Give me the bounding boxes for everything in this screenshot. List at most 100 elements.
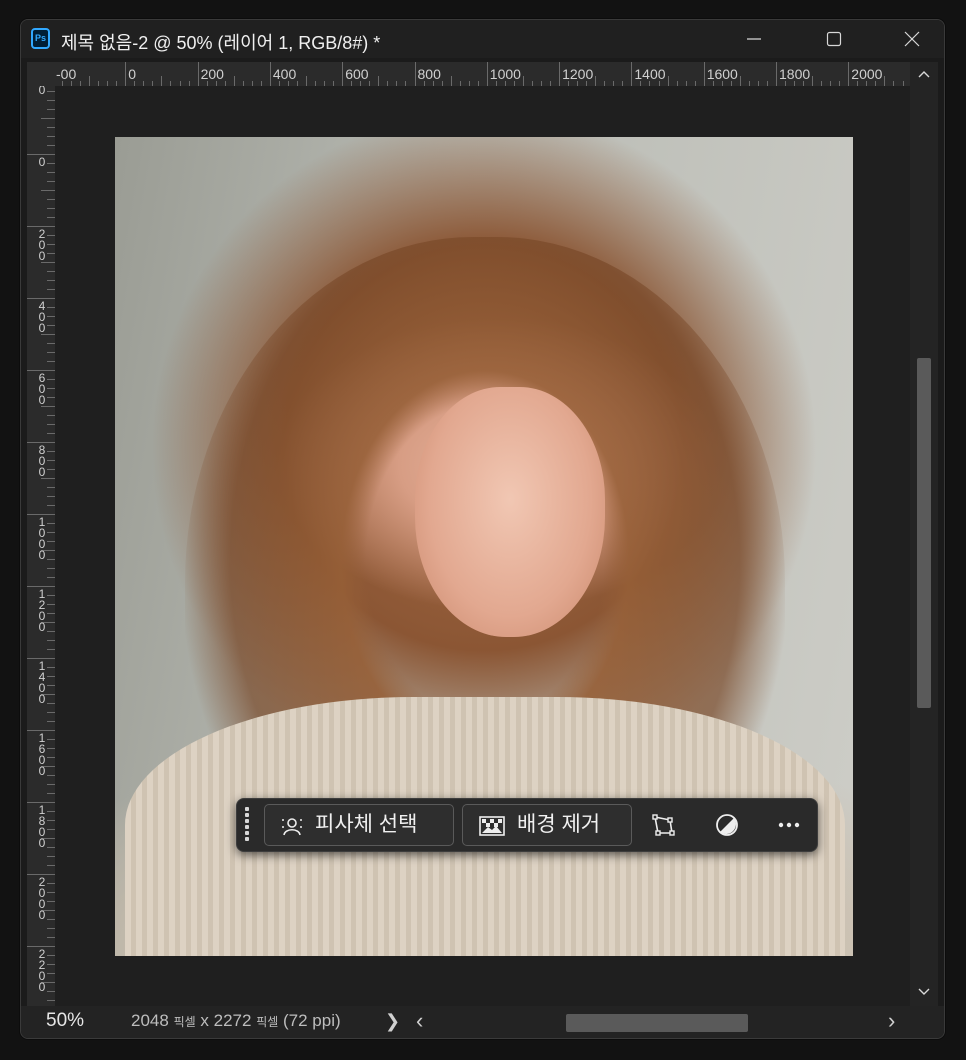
ruler-v-minor-tick <box>47 451 55 452</box>
ruler-h-major-tick <box>269 62 271 86</box>
grip-icon[interactable] <box>245 807 251 845</box>
ruler-v-minor-tick <box>47 847 55 848</box>
ruler-v-minor-tick <box>47 433 55 434</box>
ruler-h-minor-tick <box>161 76 163 86</box>
ruler-h-minor-tick <box>233 76 235 86</box>
ruler-v-minor-tick <box>47 955 55 956</box>
ruler-v-minor-tick <box>47 568 55 569</box>
maximize-button[interactable] <box>804 20 864 58</box>
ruler-h-minor-tick <box>522 76 524 86</box>
ruler-v-label: 2200 <box>38 947 46 994</box>
close-button[interactable] <box>882 20 942 58</box>
scroll-right-icon[interactable]: › <box>888 1008 895 1034</box>
ruler-v-minor-tick <box>47 577 55 578</box>
ruler-h-label: 1000 <box>489 66 521 82</box>
doc-x: x <box>200 1011 209 1030</box>
ruler-v-minor-tick <box>47 289 55 290</box>
doc-height-unit: 픽셀 <box>256 1015 279 1029</box>
doc-width: 2048 <box>131 1011 169 1030</box>
ruler-v-minor-tick <box>41 190 55 191</box>
ruler-v-minor-tick <box>47 352 55 353</box>
ruler-v-minor-tick <box>47 757 55 758</box>
ruler-h-minor-tick <box>89 76 91 86</box>
ruler-h-minor-tick <box>667 76 669 86</box>
ruler-v-minor-tick <box>47 199 55 200</box>
minimize-icon <box>747 38 761 40</box>
ruler-h-label: 1600 <box>706 66 738 82</box>
ruler-v-minor-tick <box>47 829 55 830</box>
ruler-h-major-tick <box>776 62 777 86</box>
ruler-v-minor-tick <box>47 721 55 722</box>
ruler-v-minor-tick <box>47 919 55 920</box>
adjustment-icon[interactable] <box>713 811 741 839</box>
ruler-h-label: 1200 <box>562 66 594 82</box>
more-icon[interactable] <box>775 811 803 839</box>
ruler-h-major-tick <box>703 62 705 86</box>
status-bar: 50% 2048 픽셀 x 2272 픽셀 (72 ppi) ❯ ‹ › <box>21 1006 944 1038</box>
scroll-down-icon[interactable] <box>910 982 938 1002</box>
ruler-v-minor-tick <box>47 91 55 92</box>
ruler-h-label: 0 <box>128 66 137 82</box>
scroll-left-icon[interactable]: ‹ <box>416 1008 423 1034</box>
ruler-v-minor-tick <box>47 208 55 209</box>
ruler-h-major-tick <box>197 62 199 86</box>
ruler-v-label: 1200 <box>38 587 46 634</box>
ruler-v-minor-tick <box>47 397 55 398</box>
minimize-button[interactable] <box>724 20 784 58</box>
scroll-up-icon[interactable] <box>910 64 938 84</box>
ruler-v-minor-tick <box>47 703 55 704</box>
ruler-v-minor-tick <box>47 892 55 893</box>
ruler-v-minor-tick <box>47 793 55 794</box>
ruler-v-minor-tick <box>47 685 55 686</box>
vertical-ruler[interactable]: 0 0 200 400 600 800 1000 1200 1400 1600 1800 2000 22… <box>27 86 55 1006</box>
ruler-h-label: 600 <box>345 66 369 82</box>
ruler-v-label: 0 <box>38 155 46 169</box>
vertical-scrollbar[interactable] <box>910 62 938 1006</box>
doc-width-unit: 픽셀 <box>173 1015 196 1029</box>
status-expand-icon[interactable]: ❯ <box>385 1011 400 1032</box>
canvas-area[interactable] <box>55 86 910 1006</box>
ruler-v-label: 400 <box>38 299 46 335</box>
ruler-v-minor-tick <box>47 559 55 560</box>
select-subject-button[interactable]: 피사체 선택 <box>264 804 454 846</box>
zoom-level[interactable]: 50% <box>46 1010 84 1032</box>
ruler-v-minor-tick <box>47 748 55 749</box>
remove-background-label: 배경 제거 <box>517 813 601 836</box>
ruler-v-label: 800 <box>38 443 46 479</box>
horizontal-scroll-thumb[interactable] <box>566 1014 748 1032</box>
ruler-v-minor-tick <box>47 172 55 173</box>
title-bar[interactable]: Ps 제목 없음-2 @ 50% (레이어 1, RGB/8#) * <box>21 20 944 58</box>
ruler-v-minor-tick <box>47 973 55 974</box>
ruler-v-minor-tick <box>47 361 55 362</box>
horizontal-scrollbar[interactable]: ‹ › <box>404 1006 908 1038</box>
vertical-scroll-thumb[interactable] <box>917 358 931 708</box>
ruler-v-label: 1400 <box>38 659 46 706</box>
ruler-v-minor-tick <box>47 820 55 821</box>
contextual-task-bar: 피사체 선택 배경 제거 <box>236 798 818 852</box>
ruler-h-minor-tick <box>595 76 597 86</box>
ruler-v-label: 2000 <box>38 875 46 922</box>
remove-background-button[interactable]: 배경 제거 <box>462 804 632 846</box>
ruler-v-minor-tick <box>47 181 55 182</box>
document-info[interactable]: 2048 픽셀 x 2272 픽셀 (72 ppi) <box>131 1011 341 1031</box>
close-icon <box>904 31 920 47</box>
ruler-v-minor-tick <box>47 604 55 605</box>
ruler-v-minor-tick <box>47 595 55 596</box>
ruler-v-minor-tick <box>47 379 55 380</box>
ruler-v-minor-tick <box>47 937 55 938</box>
ruler-v-minor-tick <box>47 496 55 497</box>
ruler-v-minor-tick <box>47 856 55 857</box>
ruler-v-minor-tick <box>47 811 55 812</box>
transform-icon[interactable] <box>650 811 678 839</box>
ruler-h-label: 400 <box>272 66 297 82</box>
ruler-corner[interactable] <box>27 62 55 86</box>
ruler-v-minor-tick <box>47 712 55 713</box>
ruler-v-minor-tick <box>47 235 55 236</box>
horizontal-ruler[interactable]: -00 0 200 400 600 800 1000 1200 1400 1600 1800 2000 <box>55 62 910 86</box>
ruler-v-label: 1000 <box>38 515 46 562</box>
ruler-h-minor-tick <box>306 76 308 86</box>
ruler-v-minor-tick <box>47 775 55 776</box>
ruler-v-minor-tick <box>47 316 55 317</box>
ruler-v-minor-tick <box>47 964 55 965</box>
ruler-h-major-tick <box>486 62 488 86</box>
